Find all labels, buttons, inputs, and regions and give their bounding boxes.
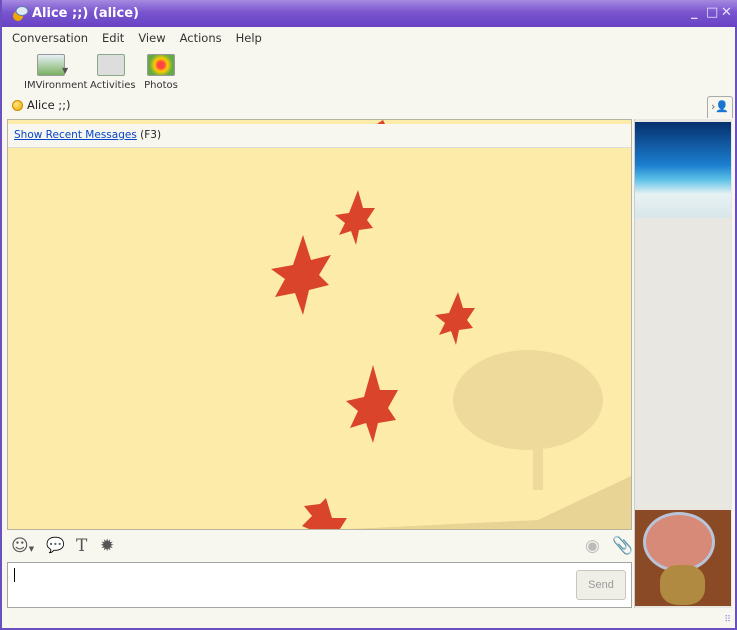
nudge-button[interactable]: ✹ bbox=[100, 536, 114, 556]
maximize-button[interactable]: □ bbox=[706, 5, 718, 20]
send-button[interactable]: Send bbox=[576, 570, 626, 600]
title-bar: Alice ;;) (alice) _ □ ✕ bbox=[2, 0, 737, 27]
minimize-button[interactable]: _ bbox=[691, 5, 698, 20]
status-icon bbox=[12, 99, 23, 111]
contact-display-picture[interactable] bbox=[635, 122, 731, 218]
messenger-icon bbox=[13, 6, 29, 21]
photos-icon bbox=[147, 54, 175, 76]
recent-messages-bar: Show Recent Messages (F3) bbox=[8, 124, 631, 148]
contact-name: Alice ;;) bbox=[27, 98, 71, 112]
imvironment-label: IMVironment bbox=[24, 80, 88, 91]
close-button[interactable]: ✕ bbox=[721, 5, 732, 20]
menu-actions[interactable]: Actions bbox=[180, 31, 222, 45]
toggle-display-pictures-button[interactable]: ›👤 bbox=[707, 96, 733, 118]
menu-conversation[interactable]: Conversation bbox=[12, 31, 88, 45]
my-display-picture[interactable] bbox=[635, 510, 731, 606]
voice-clip-icon[interactable]: 💬 bbox=[46, 536, 65, 554]
font-button[interactable]: T bbox=[76, 536, 87, 556]
emoticon-button[interactable]: ☺▼ bbox=[11, 536, 34, 556]
contact-status: Alice ;;) bbox=[12, 98, 71, 112]
menu-help[interactable]: Help bbox=[236, 31, 262, 45]
person-icon: 👤 bbox=[715, 100, 730, 113]
activities-icon bbox=[97, 54, 125, 76]
attach-file-icon[interactable]: 📎 bbox=[612, 536, 633, 556]
menu-bar: Conversation Edit View Actions Help bbox=[12, 31, 276, 45]
chat-history: Show Recent Messages (F3) bbox=[7, 119, 632, 530]
message-input[interactable]: Send bbox=[7, 562, 632, 608]
dropdown-arrow-icon[interactable]: ▼ bbox=[62, 66, 68, 75]
resize-grip[interactable]: ⠿ bbox=[724, 615, 731, 625]
webcam-icon[interactable]: ◉ bbox=[585, 536, 600, 556]
activities-button[interactable]: Activities bbox=[90, 54, 136, 91]
maple-leaves-background bbox=[271, 120, 631, 529]
activities-label: Activities bbox=[90, 80, 136, 91]
imvironment-icon bbox=[37, 54, 65, 76]
window-title: Alice ;;) (alice) bbox=[32, 6, 139, 21]
menu-view[interactable]: View bbox=[138, 31, 165, 45]
photos-button[interactable]: Photos bbox=[144, 54, 178, 91]
show-recent-messages-link[interactable]: Show Recent Messages bbox=[14, 129, 137, 141]
imvironment-button[interactable]: IMVironment ▼ bbox=[24, 54, 87, 91]
text-caret bbox=[14, 568, 15, 582]
shortcut-hint: (F3) bbox=[140, 129, 162, 141]
conversation-window: Alice ;;) (alice) _ □ ✕ Conversation Edi… bbox=[0, 0, 737, 630]
menu-edit[interactable]: Edit bbox=[102, 31, 124, 45]
photos-label: Photos bbox=[144, 80, 178, 91]
